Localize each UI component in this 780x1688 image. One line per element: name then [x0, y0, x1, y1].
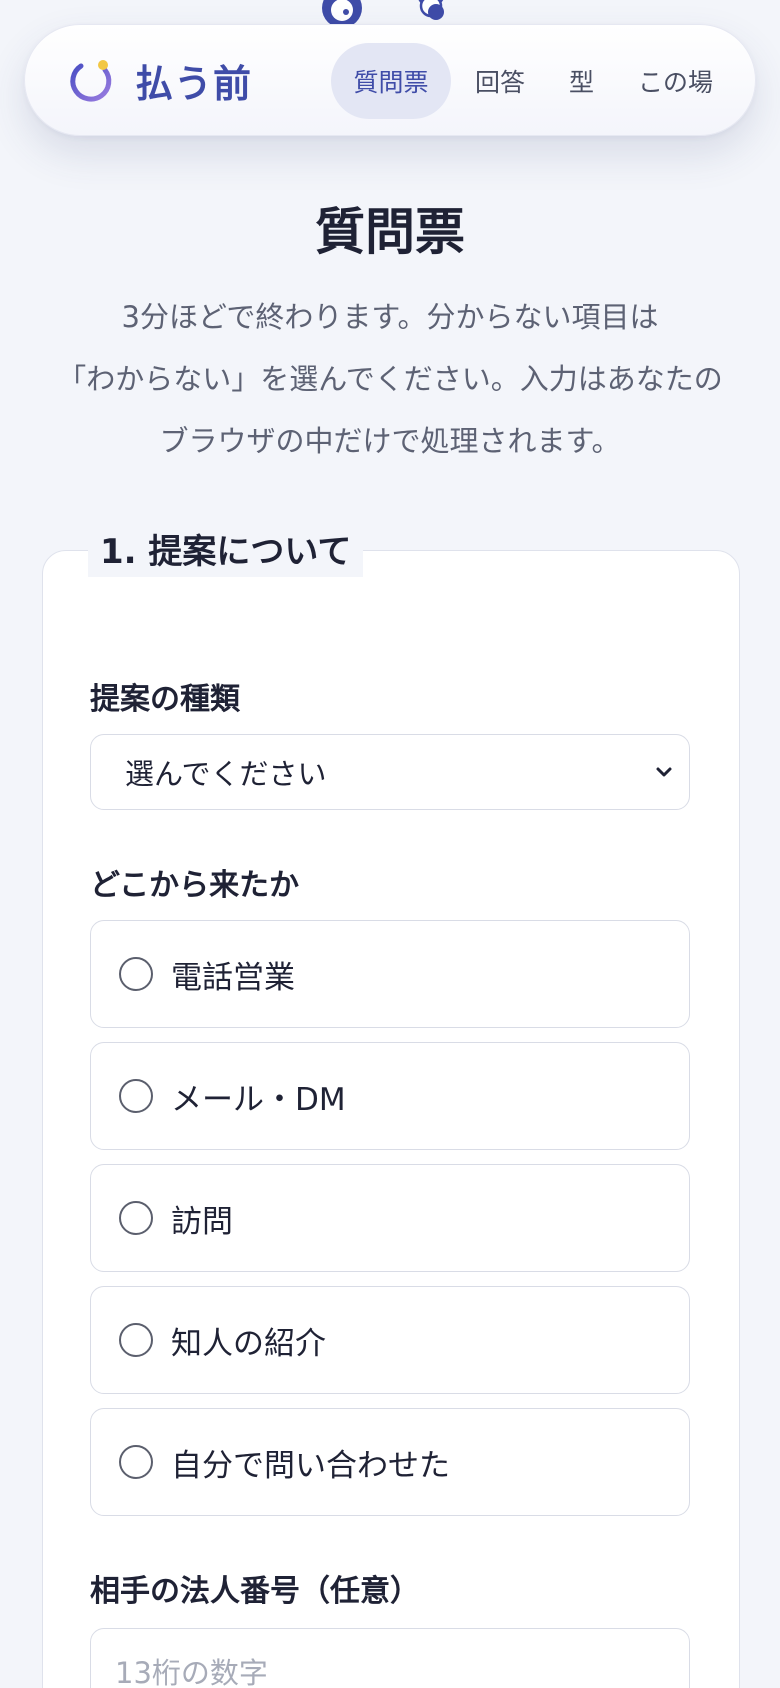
radio-circle-icon[interactable]: [119, 957, 153, 991]
source-option-referral[interactable]: 知人の紹介: [90, 1286, 690, 1394]
intro-line: 「わからない」を選んでください。入力はあなたの: [57, 362, 723, 396]
nav-link-questionnaire[interactable]: 質問票: [330, 43, 451, 119]
radio-label: 自分で問い合わせた: [171, 1447, 450, 1484]
radio-label: メール・DM: [171, 1081, 346, 1118]
corporate-number-label: 相手の法人番号（任意）: [90, 1574, 420, 1609]
section-legend: 1. 提案について: [88, 520, 364, 577]
crescent-logo-icon: [70, 60, 112, 102]
page: 払う前 質問票 回答 型 この場 質問票 3分ほどで終わります。分からない項目は…: [0, 0, 780, 1688]
select-value: 選んでください: [125, 757, 327, 791]
source-option-self-inquiry[interactable]: 自分で問い合わせた: [90, 1408, 690, 1516]
proposal-type-label: 提案の種類: [90, 682, 240, 717]
nav-links: 質問票 回答 型 この場: [327, 43, 733, 119]
source-option-phone[interactable]: 電話営業: [90, 920, 690, 1028]
chevron-down-icon: [656, 767, 672, 777]
source-option-mail-dm[interactable]: メール・DM: [90, 1042, 690, 1150]
page-title: 質問票: [315, 203, 465, 261]
brand-name: 払う前: [135, 61, 253, 106]
radio-circle-icon[interactable]: [119, 1445, 153, 1479]
nav-link-answers[interactable]: 回答: [455, 43, 545, 119]
intro-line: ブラウザの中だけで処理されます。: [159, 424, 621, 458]
source-label: どこから来たか: [90, 868, 300, 903]
proposal-type-select[interactable]: 選んでください: [90, 734, 690, 810]
corporate-number-input[interactable]: [90, 1628, 690, 1688]
intro-line: 3分ほどで終わります。分からない項目は: [121, 300, 659, 334]
nav-link-on-the-spot[interactable]: この場: [618, 43, 733, 119]
radio-circle-icon[interactable]: [119, 1201, 153, 1235]
source-option-visit[interactable]: 訪問: [90, 1164, 690, 1272]
radio-label: 知人の紹介: [171, 1325, 326, 1362]
intro-text: 3分ほどで終わります。分からない項目は 「わからない」を選んでください。入力はあ…: [40, 286, 740, 472]
top-nav: 払う前 質問票 回答 型 この場: [24, 24, 756, 136]
radio-label: 訪問: [171, 1203, 233, 1240]
radio-circle-icon[interactable]: [119, 1079, 153, 1113]
nav-link-templates[interactable]: 型: [549, 43, 614, 119]
radio-label: 電話営業: [171, 959, 295, 996]
radio-circle-icon[interactable]: [119, 1323, 153, 1357]
brand[interactable]: 払う前: [67, 53, 252, 108]
